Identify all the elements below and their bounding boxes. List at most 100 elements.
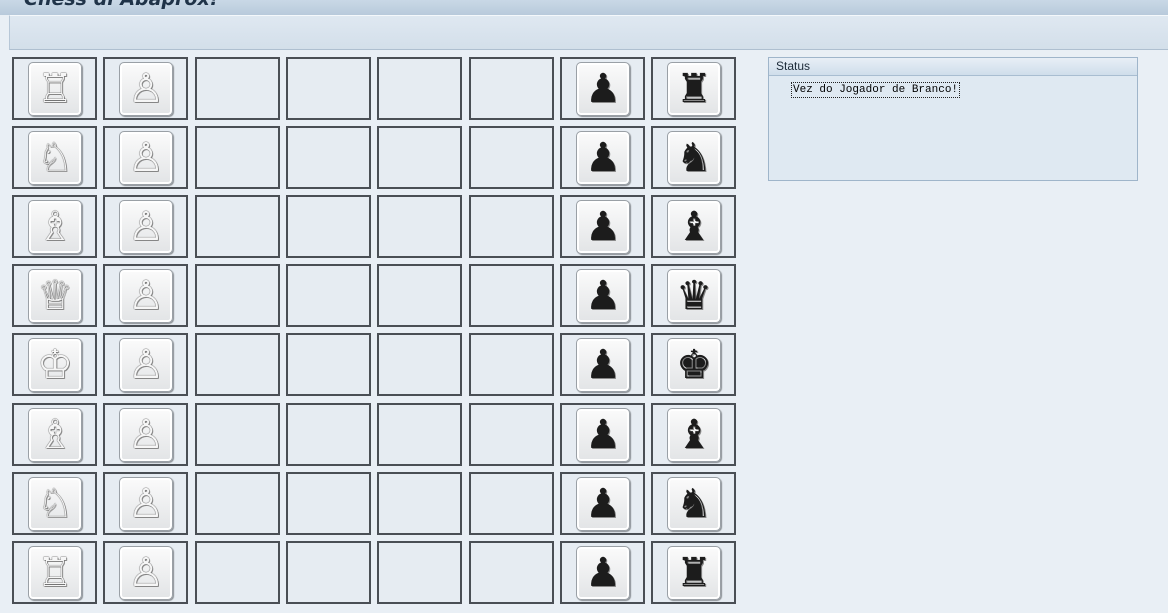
board-cell[interactable]: ♝ xyxy=(651,403,736,466)
board-cell[interactable]: ♙ xyxy=(103,403,188,466)
black-pawn-button[interactable]: ♟ xyxy=(576,477,630,531)
white-knight-button[interactable]: ♘ xyxy=(28,477,82,531)
board-cell[interactable] xyxy=(469,264,554,327)
board-cell[interactable] xyxy=(469,333,554,396)
black-rook-button[interactable]: ♜ xyxy=(667,62,721,116)
black-queen-button[interactable]: ♛ xyxy=(667,269,721,323)
black-pawn-button[interactable]: ♟ xyxy=(576,546,630,600)
board-cell[interactable]: ♙ xyxy=(103,57,188,120)
board-cell[interactable]: ♟ xyxy=(560,403,645,466)
board-cell[interactable] xyxy=(195,195,280,258)
board-cell[interactable] xyxy=(377,195,462,258)
board-cell[interactable] xyxy=(377,541,462,604)
board-cell[interactable]: ♖ xyxy=(12,57,97,120)
board-cell[interactable]: ♖ xyxy=(12,541,97,604)
board-cell[interactable]: ♟ xyxy=(560,195,645,258)
board-cell[interactable] xyxy=(286,57,371,120)
board-cell[interactable]: ♙ xyxy=(103,126,188,189)
board-cell[interactable]: ♘ xyxy=(12,472,97,535)
toolbar xyxy=(9,15,1168,50)
board-cell[interactable] xyxy=(286,472,371,535)
board-cell[interactable] xyxy=(469,541,554,604)
board-cell[interactable] xyxy=(195,57,280,120)
white-bishop-button[interactable]: ♗ xyxy=(28,408,82,462)
board-cell[interactable]: ♗ xyxy=(12,195,97,258)
board-cell[interactable] xyxy=(286,195,371,258)
board-cell[interactable]: ♞ xyxy=(651,472,736,535)
board-cell[interactable]: ♟ xyxy=(560,264,645,327)
board-cell[interactable]: ♙ xyxy=(103,264,188,327)
white-pawn-button[interactable]: ♙ xyxy=(119,546,173,600)
white-pawn-button[interactable]: ♙ xyxy=(119,131,173,185)
board-cell[interactable]: ♙ xyxy=(103,333,188,396)
black-bishop-button[interactable]: ♝ xyxy=(667,200,721,254)
white-pawn-button[interactable]: ♙ xyxy=(119,338,173,392)
board-cell[interactable] xyxy=(377,333,462,396)
board-cell[interactable] xyxy=(195,333,280,396)
board-cell[interactable] xyxy=(469,57,554,120)
board-cell[interactable] xyxy=(469,126,554,189)
white-pawn-button[interactable]: ♙ xyxy=(119,408,173,462)
board-cell[interactable] xyxy=(195,541,280,604)
board-cell[interactable] xyxy=(377,472,462,535)
black-pawn-button[interactable]: ♟ xyxy=(576,131,630,185)
board-cell[interactable]: ♙ xyxy=(103,472,188,535)
board-cell[interactable] xyxy=(195,126,280,189)
board-cell[interactable] xyxy=(377,126,462,189)
board-cell[interactable]: ♜ xyxy=(651,541,736,604)
white-bishop-button[interactable]: ♗ xyxy=(28,200,82,254)
board-cell[interactable] xyxy=(469,472,554,535)
black-pawn-button[interactable]: ♟ xyxy=(576,338,630,392)
board-cell[interactable] xyxy=(469,403,554,466)
board-cell[interactable]: ♗ xyxy=(12,403,97,466)
board-cell[interactable] xyxy=(286,264,371,327)
board-cell[interactable]: ♟ xyxy=(560,126,645,189)
board-cell[interactable]: ♚ xyxy=(651,333,736,396)
board-cell[interactable] xyxy=(195,472,280,535)
board-cell[interactable]: ♕ xyxy=(12,264,97,327)
board-cell[interactable]: ♝ xyxy=(651,195,736,258)
board-cell[interactable]: ♙ xyxy=(103,195,188,258)
white-pawn-button[interactable]: ♙ xyxy=(119,269,173,323)
board-cell[interactable]: ♘ xyxy=(12,126,97,189)
board-cell[interactable] xyxy=(377,57,462,120)
board-cell[interactable]: ♟ xyxy=(560,472,645,535)
board-cell[interactable]: ♟ xyxy=(560,333,645,396)
black-pawn-icon: ♟ xyxy=(585,550,621,596)
white-bishop-icon: ♗ xyxy=(37,204,73,250)
white-king-button[interactable]: ♔ xyxy=(28,338,82,392)
board-cell[interactable]: ♟ xyxy=(560,541,645,604)
board-cell[interactable] xyxy=(469,195,554,258)
board-cell[interactable] xyxy=(286,333,371,396)
black-pawn-button[interactable]: ♟ xyxy=(576,269,630,323)
board-cell[interactable] xyxy=(286,541,371,604)
board-cell[interactable] xyxy=(377,403,462,466)
board-cell[interactable] xyxy=(195,264,280,327)
white-rook-button[interactable]: ♖ xyxy=(28,546,82,600)
white-pawn-button[interactable]: ♙ xyxy=(119,477,173,531)
black-bishop-button[interactable]: ♝ xyxy=(667,408,721,462)
black-pawn-button[interactable]: ♟ xyxy=(576,62,630,116)
board-cell[interactable] xyxy=(377,264,462,327)
black-rook-button[interactable]: ♜ xyxy=(667,546,721,600)
board-cell[interactable] xyxy=(195,403,280,466)
white-pawn-button[interactable]: ♙ xyxy=(119,62,173,116)
white-bishop-icon: ♗ xyxy=(37,412,73,458)
board-cell[interactable]: ♞ xyxy=(651,126,736,189)
white-knight-button[interactable]: ♘ xyxy=(28,131,82,185)
black-knight-button[interactable]: ♞ xyxy=(667,131,721,185)
white-rook-button[interactable]: ♖ xyxy=(28,62,82,116)
board-cell[interactable]: ♜ xyxy=(651,57,736,120)
black-pawn-button[interactable]: ♟ xyxy=(576,200,630,254)
board-cell[interactable]: ♙ xyxy=(103,541,188,604)
black-knight-button[interactable]: ♞ xyxy=(667,477,721,531)
board-cell[interactable] xyxy=(286,126,371,189)
white-pawn-button[interactable]: ♙ xyxy=(119,200,173,254)
board-cell[interactable]: ♟ xyxy=(560,57,645,120)
white-queen-button[interactable]: ♕ xyxy=(28,269,82,323)
black-pawn-button[interactable]: ♟ xyxy=(576,408,630,462)
board-cell[interactable]: ♔ xyxy=(12,333,97,396)
black-king-button[interactable]: ♚ xyxy=(667,338,721,392)
board-cell[interactable]: ♛ xyxy=(651,264,736,327)
board-cell[interactable] xyxy=(286,403,371,466)
